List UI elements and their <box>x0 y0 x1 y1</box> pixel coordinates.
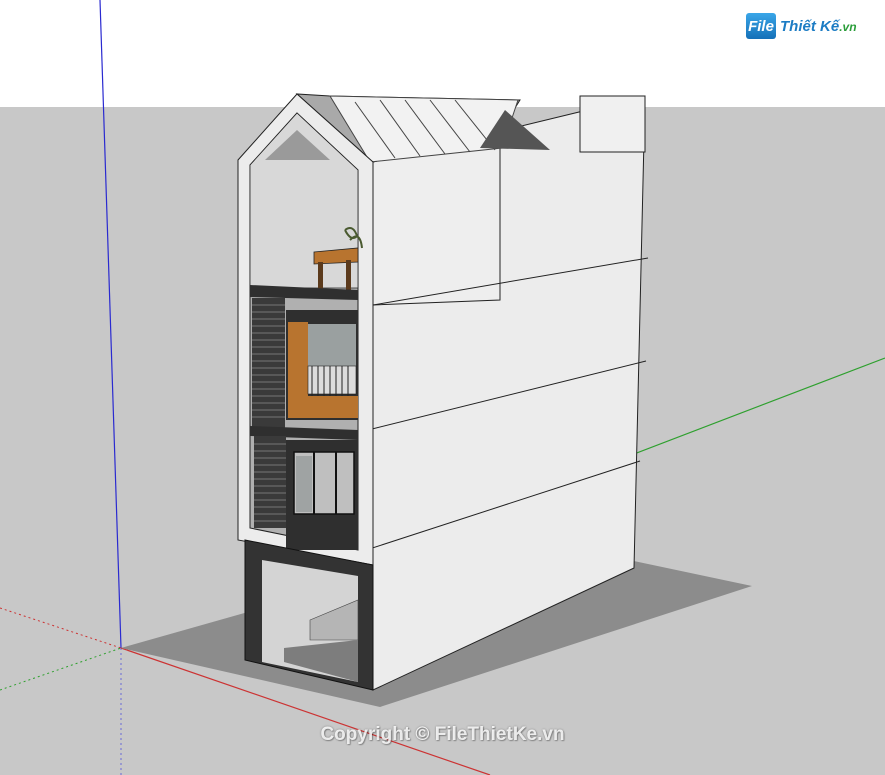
sketchup-viewport[interactable]: File Thiết Kế.vn Copyright © FileThietKe… <box>0 0 885 775</box>
copyright-watermark: Copyright © FileThietKe.vn <box>320 724 565 745</box>
logo-text: Thiết Kế.vn <box>780 18 857 35</box>
left-louvers-upper <box>252 298 285 428</box>
rear-parapet <box>579 95 646 153</box>
balcony-upper <box>286 310 358 420</box>
logo-suffix: .vn <box>839 19 857 34</box>
left-louvers-lower <box>254 436 286 528</box>
logo-name: Thiết Kế <box>780 17 840 35</box>
brand-logo: File Thiết Kế.vn <box>746 12 857 40</box>
model-scene[interactable] <box>0 0 885 775</box>
window-lower <box>286 440 358 550</box>
logo-mark: File <box>746 13 776 39</box>
